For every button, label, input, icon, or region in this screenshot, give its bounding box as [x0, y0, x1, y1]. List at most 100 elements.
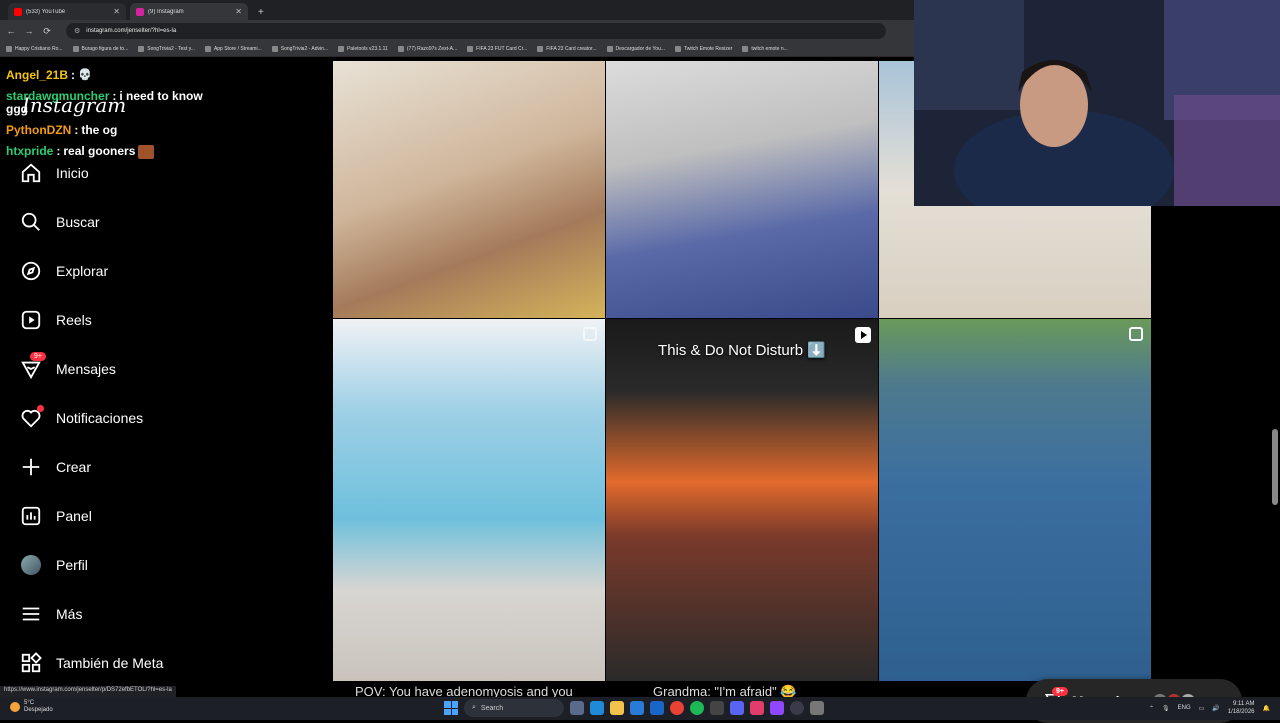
bookmark-label: FIFA 23 Card creator... — [546, 46, 597, 52]
sidebar-item-mensajes[interactable]: 9+ Mensajes — [20, 352, 116, 380]
taskbar-search[interactable]: ⌕ Search — [464, 699, 564, 717]
sidebar-item-mas[interactable]: Más — [20, 603, 82, 625]
reload-button[interactable]: ⟳ — [42, 26, 52, 37]
settings-icon[interactable] — [810, 701, 824, 715]
scrollbar[interactable] — [1272, 429, 1278, 505]
twitch-icon[interactable] — [770, 701, 784, 715]
bookmark-item[interactable]: Happy Cristiano Ro... — [6, 46, 63, 52]
sidebar-item-crear[interactable]: Crear — [20, 456, 91, 478]
windows-start-icon[interactable] — [444, 701, 458, 715]
volume-icon[interactable]: 🔊 — [1212, 705, 1219, 712]
plus-icon — [20, 456, 42, 478]
bookmark-label: twitch emote n... — [751, 46, 788, 52]
search-label: Search — [480, 704, 504, 712]
new-tab-button[interactable]: + — [252, 7, 270, 20]
reels-icon — [20, 309, 42, 331]
tab-youtube[interactable]: (533) YouTube ✕ — [8, 3, 126, 20]
chat-line: Angel_21B: 💀 — [6, 65, 203, 86]
bookmark-item[interactable]: FIFA 23 Card creator... — [537, 46, 597, 52]
clock[interactable]: 9:11 AM 1/18/2026 — [1228, 700, 1255, 716]
chat-message: real gooners — [63, 144, 136, 158]
chat-message: i need to know — [119, 89, 203, 103]
bookmarks-bar: Happy Cristiano Ro... Burago figura de to… — [0, 42, 914, 57]
weather-widget[interactable]: 5°C Despejado — [10, 700, 53, 714]
chat-message: the og — [81, 123, 118, 137]
post-caption-overlay: Grandma: "I'm afraid" 😂 — [653, 684, 797, 697]
bookmark-item[interactable]: twitch emote n... — [742, 46, 788, 52]
home-icon — [20, 162, 42, 184]
sidebar-item-label: Más — [56, 606, 83, 622]
sidebar-item-tambien-de-meta[interactable]: También de Meta — [20, 652, 163, 674]
bookmark-label: (77) Razo97s Zest-A... — [406, 46, 458, 52]
edge-icon[interactable] — [590, 701, 604, 715]
tab-instagram[interactable]: (9) Instagram ✕ — [130, 3, 248, 20]
store-icon[interactable] — [630, 701, 644, 715]
sidebar-item-label: Panel — [56, 508, 92, 524]
sidebar-item-inicio[interactable]: Inicio — [20, 162, 89, 184]
bookmark-favicon-icon — [338, 46, 345, 52]
post-thumbnail[interactable]: This & Do Not Disturb ⬇️ — [606, 319, 878, 681]
clock-time: 9:11 AM — [1232, 701, 1255, 707]
bookmark-item[interactable]: App Store / Streami... — [204, 46, 262, 52]
sidebar-item-buscar[interactable]: Buscar — [20, 211, 100, 233]
sidebar-item-label: Explorar — [56, 263, 109, 279]
back-button[interactable]: ← — [6, 26, 16, 36]
task-view-icon[interactable] — [570, 701, 584, 715]
obs-icon[interactable] — [790, 701, 804, 715]
tab-label: (533) YouTube — [26, 8, 66, 15]
tab-label: (9) Instagram — [148, 8, 184, 15]
windows-taskbar: 5°C Despejado ⌕ Search ⌃ 🎙 ENG ▭ 🔊 9:11 … — [0, 697, 1280, 720]
bookmark-item[interactable]: (77) Razo97s Zest-A... — [397, 46, 458, 52]
bookmark-item[interactable]: Burago figura de to... — [72, 46, 128, 52]
post-thumbnail[interactable] — [333, 61, 605, 318]
file-explorer-icon[interactable] — [610, 701, 624, 715]
language-indicator[interactable]: ENG — [1178, 705, 1191, 711]
sidebar-item-explorar[interactable]: Explorar — [20, 260, 108, 282]
url-field[interactable]: ⚙ instagram.com/jenselter/?hl=es-la — [66, 23, 886, 39]
messenger-icon: 9+ — [20, 352, 46, 380]
bookmark-item[interactable]: Paletools v23.1.11 — [338, 46, 388, 52]
sidebar-item-reels[interactable]: Reels — [20, 309, 92, 331]
mic-icon[interactable]: 🎙 — [1162, 705, 1170, 712]
carousel-icon — [583, 327, 597, 341]
sidebar-item-label: Crear — [56, 459, 92, 475]
post-thumbnail[interactable] — [333, 319, 605, 681]
app-icon[interactable] — [750, 701, 764, 715]
carousel-icon — [1129, 327, 1143, 341]
app-icon[interactable] — [710, 701, 724, 715]
sidebar-item-panel[interactable]: Panel — [20, 505, 92, 527]
stream-chat-overlay: Angel_21B: 💀 stardawgmuncher: i need to … — [6, 65, 203, 162]
browser-tab-strip: (533) YouTube ✕ (9) Instagram ✕ + — [0, 0, 914, 20]
bookmark-label: App Store / Streami... — [213, 46, 262, 52]
notification-icon[interactable]: 🔔 — [1263, 705, 1270, 712]
bookmark-item[interactable]: SongTrivia2 - Test y... — [138, 46, 195, 52]
sidebar-item-notificaciones[interactable]: Notificaciones — [20, 405, 144, 429]
url-text: instagram.com/jenselter/?hl=es-la — [86, 28, 177, 34]
spotify-icon[interactable] — [690, 701, 704, 715]
mail-icon[interactable] — [650, 701, 664, 715]
chrome-icon[interactable] — [670, 701, 684, 715]
chat-username: Angel_21B — [6, 68, 69, 82]
site-info-icon[interactable]: ⚙ — [74, 27, 80, 35]
bookmark-item[interactable]: Descargador de You... — [606, 46, 665, 52]
bookmark-item[interactable]: FIFA 23 FUT Card Cr... — [467, 46, 527, 52]
taskbar-apps: ⌕ Search — [444, 699, 824, 717]
sidebar-item-perfil[interactable]: Perfil — [20, 554, 88, 576]
post-thumbnail[interactable] — [606, 61, 878, 318]
bookmark-item[interactable]: SongTrivia2 - Advin... — [271, 46, 328, 52]
close-icon[interactable]: ✕ — [235, 7, 242, 16]
forward-button[interactable]: → — [24, 26, 34, 36]
close-icon[interactable]: ✕ — [113, 7, 120, 16]
chevron-up-icon[interactable]: ⌃ — [1149, 705, 1154, 712]
bookmark-favicon-icon — [606, 46, 613, 52]
sidebar-item-label: Perfil — [56, 557, 88, 573]
sidebar-item-label: Notificaciones — [56, 410, 144, 426]
chat-line: htxpride: real gooners — [6, 141, 203, 162]
bookmark-item[interactable]: Twitch Emote Resizer — [675, 46, 732, 52]
network-icon[interactable]: ▭ — [1199, 705, 1205, 712]
discord-icon[interactable] — [730, 701, 744, 715]
bookmark-label: Twitch Emote Resizer — [684, 46, 733, 52]
meta-icon — [20, 652, 42, 674]
post-thumbnail[interactable] — [879, 319, 1151, 681]
sidebar-item-label: Mensajes — [56, 361, 116, 377]
